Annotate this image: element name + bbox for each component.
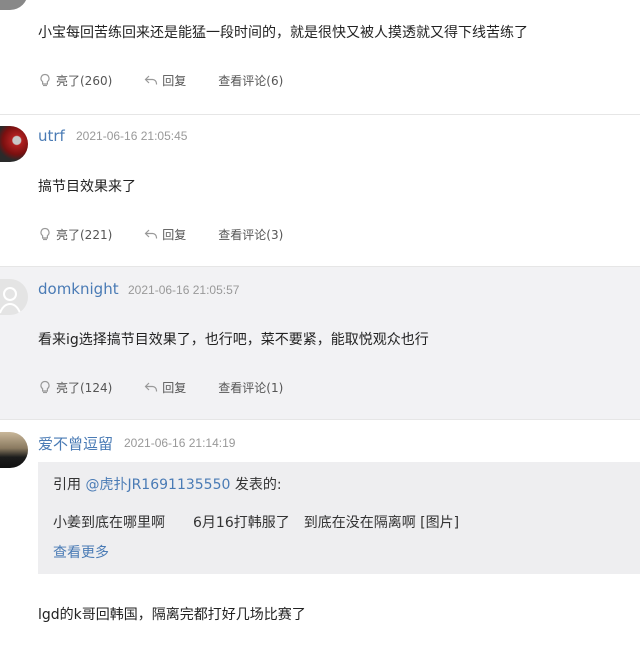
like-count: 亮了(124) [56,380,113,395]
view-comments-label: 查看评论(6) [218,73,284,88]
comment-username[interactable]: domknight [38,280,119,298]
reply-label: 回复 [162,227,187,242]
reply-button[interactable]: 回复 [144,226,186,243]
view-more-link[interactable]: 查看更多 [53,542,109,562]
comment-item: domknight 2021-06-16 21:05:57 看来ig选择搞节目效… [0,267,640,419]
reply-button[interactable]: 回复 [144,72,186,89]
view-comments-label: 查看评论(1) [218,380,284,395]
quote-header: 引用 @虎扑JR1691135550 发表的: [53,474,282,494]
comment-item: utrf 2021-06-16 21:05:45 搞节目效果来了 亮了(221)… [0,115,640,266]
like-count: 亮了(260) [56,73,113,88]
like-count: 亮了(221) [56,227,113,242]
quoted-post: 引用 @虎扑JR1691135550 发表的: 小姜到底在哪里啊 6月16打韩服… [38,462,640,574]
avatar[interactable] [0,126,28,162]
view-comments-link[interactable]: 查看评论(3) [218,226,283,243]
comment-timestamp: 2021-06-16 21:05:57 [128,283,240,297]
comment-item: 小宝每回苦练回来还是能猛一段时间的，就是很快又被人摸透就又得下线苦练了 亮了(2… [0,0,640,114]
reply-button[interactable]: 回复 [144,379,186,396]
comment-actions: 亮了(260) 回复 查看评论(6) [38,70,315,90]
comment-username[interactable]: utrf [38,127,65,145]
view-comments-link[interactable]: 查看评论(1) [218,379,283,396]
comment-actions: 亮了(124) 回复 查看评论(1) [38,377,315,397]
view-comments-link[interactable]: 查看评论(6) [218,72,283,89]
like-bulb-icon [40,73,50,87]
avatar[interactable] [0,279,28,315]
comment-content: lgd的k哥回韩国，隔离完都打好几场比赛了 [38,607,306,623]
like-bulb-icon [40,227,50,241]
quote-text: 小姜到底在哪里啊 6月16打韩服了 到底在没在隔离啊 [图片] [53,515,460,531]
reply-arrow-icon [144,382,158,392]
like-bulb-icon [40,380,50,394]
quote-suffix: 发表的: [234,477,282,493]
reply-label: 回复 [162,380,187,395]
reply-arrow-icon [144,75,158,85]
quote-prefix: 引用 [53,477,81,493]
comment-content: 看来ig选择搞节目效果了，也行吧，菜不要紧，能取悦观众也行 [38,332,429,348]
reply-label: 回复 [162,73,187,88]
comment-content: 搞节目效果来了 [38,179,136,195]
reply-arrow-icon [144,229,158,239]
like-button[interactable]: 亮了(221) [38,226,112,243]
avatar[interactable] [0,432,28,468]
view-comments-label: 查看评论(3) [218,227,284,242]
like-button[interactable]: 亮了(260) [38,72,112,89]
comment-timestamp: 2021-06-16 21:05:45 [76,129,188,143]
comment-item: 爱不曾逗留 2021-06-16 21:14:19 引用 @虎扑JR169113… [0,420,640,645]
quote-username[interactable]: @虎扑JR1691135550 [85,477,230,493]
default-user-icon [0,287,21,314]
avatar[interactable] [0,0,28,10]
comment-actions: 亮了(221) 回复 查看评论(3) [38,224,315,244]
comment-timestamp: 2021-06-16 21:14:19 [124,436,236,450]
comment-username[interactable]: 爱不曾逗留 [38,433,113,454]
like-button[interactable]: 亮了(124) [38,379,112,396]
comment-content: 小宝每回苦练回来还是能猛一段时间的，就是很快又被人摸透就又得下线苦练了 [38,25,528,41]
